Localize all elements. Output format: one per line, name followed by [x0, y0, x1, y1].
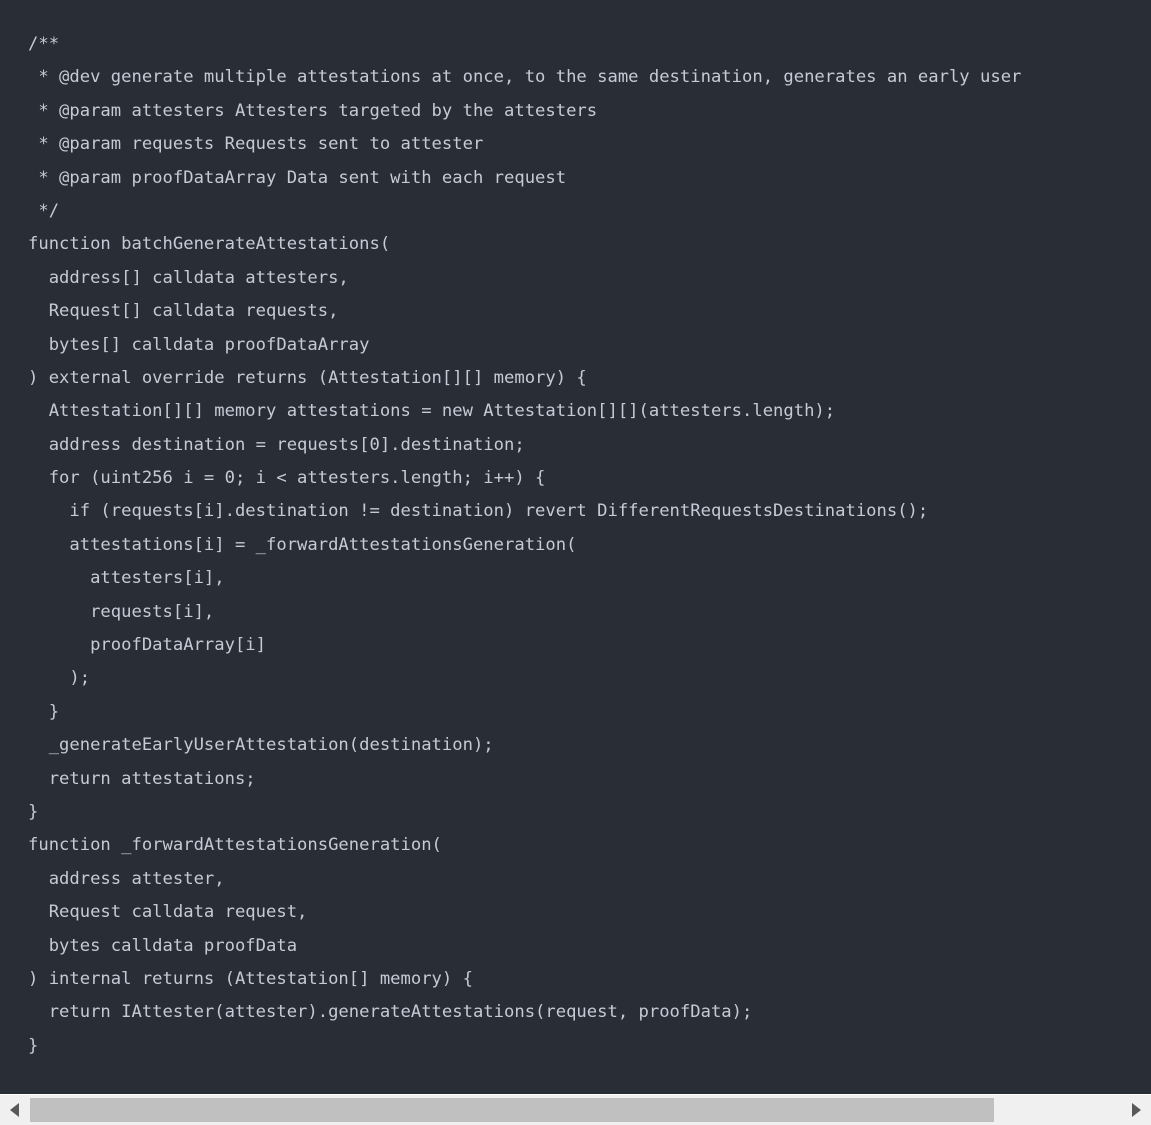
code-line: for (uint256 i = 0; i < attesters.length…: [28, 468, 546, 489]
code-scroll-viewport[interactable]: /** * @dev generate multiple attestation…: [0, 0, 1151, 1094]
code-line: address[] calldata attesters,: [28, 267, 349, 288]
code-line: bytes calldata proofData: [28, 935, 298, 956]
code-line: ) external override returns (Attestation…: [28, 367, 587, 388]
code-line: * @param requests Requests sent to attes…: [28, 134, 484, 155]
code-line: proofDataArray[i]: [28, 635, 266, 656]
code-line: ) internal returns (Attestation[] memory…: [28, 968, 473, 989]
scrollbar-track[interactable]: [29, 1095, 1122, 1125]
code-line: if (requests[i].destination != destinati…: [28, 501, 929, 522]
code-line: Request calldata request,: [28, 902, 308, 923]
scroll-right-button[interactable]: [1122, 1095, 1151, 1125]
code-line: attestations[i] = _forwardAttestationsGe…: [28, 534, 577, 555]
scroll-left-button[interactable]: [0, 1095, 29, 1125]
code-line: /**: [28, 34, 60, 54]
code-line: address destination = requests[0].destin…: [28, 434, 525, 455]
code-line: bytes[] calldata proofDataArray: [28, 334, 370, 355]
code-line: attesters[i],: [28, 568, 225, 589]
code-line: }: [28, 801, 39, 822]
code-line: */: [28, 200, 60, 221]
code-line: function batchGenerateAttestations(: [28, 234, 391, 255]
scrollbar-thumb[interactable]: [30, 1098, 994, 1122]
code-line: address attester,: [28, 868, 225, 889]
triangle-left-icon: [10, 1103, 19, 1117]
code-line: function _forwardAttestationsGeneration(: [28, 835, 442, 856]
code-line: }: [28, 1035, 39, 1056]
code-line: Attestation[][] memory attestations = ne…: [28, 401, 836, 422]
code-line: );: [28, 668, 91, 689]
code-line: * @dev generate multiple attestations at…: [28, 67, 1032, 88]
horizontal-scrollbar[interactable]: [0, 1094, 1151, 1125]
code-line: return attestations;: [28, 768, 256, 789]
code-line: * @param attesters Attesters targeted by…: [28, 100, 598, 121]
code-line: _generateEarlyUserAttestation(destinatio…: [28, 735, 494, 756]
code-line: * @param proofDataArray Data sent with e…: [28, 167, 567, 188]
code-line: Request[] calldata requests,: [28, 301, 339, 322]
code-line: requests[i],: [28, 601, 215, 622]
code-line: }: [28, 701, 60, 722]
source-code-block[interactable]: /** * @dev generate multiple attestation…: [0, 0, 1032, 1063]
code-line: return IAttester(attester).generateAttes…: [28, 1002, 753, 1023]
code-viewer-app: /** * @dev generate multiple attestation…: [0, 0, 1151, 1125]
triangle-right-icon: [1132, 1103, 1141, 1117]
